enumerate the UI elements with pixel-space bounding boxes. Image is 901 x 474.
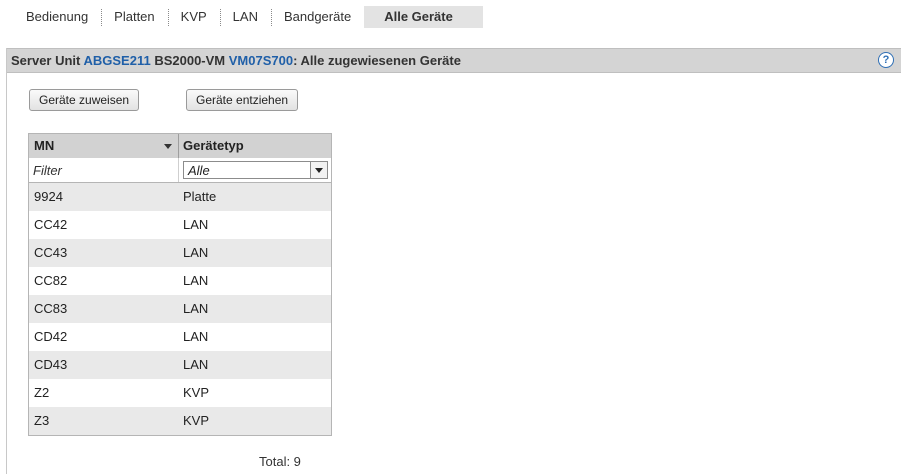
table-row[interactable]: CD43 LAN	[29, 351, 331, 379]
column-header-mn-label: MN	[34, 138, 55, 153]
chevron-down-icon[interactable]	[310, 162, 327, 178]
cell-mn: CC43	[34, 245, 68, 260]
total-count: Total: 9	[259, 454, 301, 469]
cell-mn: Z3	[34, 413, 50, 428]
cell-mn: CD42	[34, 329, 68, 344]
cell-mn: CC42	[34, 217, 68, 232]
cell-mn: Z2	[34, 385, 50, 400]
cell-type: LAN	[183, 273, 209, 288]
help-icon[interactable]: ?	[878, 52, 894, 68]
cell-type: Platte	[183, 189, 217, 204]
table-header: MN Gerätetyp	[29, 134, 331, 158]
cell-mn: CD43	[34, 357, 68, 372]
device-type-filter-select[interactable]: Alle	[183, 161, 328, 179]
sort-desc-icon[interactable]	[164, 144, 172, 149]
title-suffix: : Alle zugewiesenen Geräte	[293, 53, 461, 68]
cell-type: KVP	[183, 385, 210, 400]
column-header-mn[interactable]: MN	[29, 134, 179, 158]
title-middle: BS2000-VM	[150, 53, 229, 68]
table-row[interactable]: CC83 LAN	[29, 295, 331, 323]
devices-table: MN Gerätetyp Alle 9924 Platte CC42 LAN CC4…	[28, 133, 332, 436]
vm-link[interactable]: VM07S700	[229, 53, 293, 68]
tab-bar: Bedienung Platten KVP LAN Bandgeräte All…	[14, 6, 483, 28]
tab-platten[interactable]: Platten	[101, 6, 167, 28]
table-row[interactable]: 9924 Platte	[29, 183, 331, 211]
table-row[interactable]: CC43 LAN	[29, 239, 331, 267]
cell-mn: CC83	[34, 301, 68, 316]
tab-kvp[interactable]: KVP	[167, 6, 220, 28]
mn-filter-input[interactable]	[33, 162, 174, 178]
table-row[interactable]: CD42 LAN	[29, 323, 331, 351]
cell-type: LAN	[183, 245, 209, 260]
table-row[interactable]: Z2 KVP	[29, 379, 331, 407]
cell-type: LAN	[183, 329, 209, 344]
remove-devices-button[interactable]: Geräte entziehen	[186, 89, 299, 111]
tab-bandgeraete[interactable]: Bandgeräte	[270, 6, 364, 28]
panel-title: Server Unit ABGSE211 BS2000-VM VM07S700:…	[7, 48, 901, 73]
cell-type: LAN	[183, 217, 209, 232]
tab-alle-geraete[interactable]: Alle Geräte	[364, 6, 483, 28]
cell-type: LAN	[183, 357, 209, 372]
cell-mn: 9924	[34, 189, 63, 204]
table-row[interactable]: Z3 KVP	[29, 407, 331, 435]
filter-row: Alle	[29, 158, 331, 183]
device-type-filter-value: Alle	[188, 162, 210, 178]
cell-type: KVP	[183, 413, 210, 428]
table-body: 9924 Platte CC42 LAN CC43 LAN CC82 LAN CC83 L…	[29, 183, 331, 435]
table-row[interactable]: CC42 LAN	[29, 211, 331, 239]
server-unit-link[interactable]: ABGSE211	[84, 53, 151, 68]
cell-mn: CC82	[34, 273, 68, 288]
cell-type: LAN	[183, 301, 209, 316]
tab-bedienung[interactable]: Bedienung	[14, 6, 101, 28]
table-row[interactable]: CC82 LAN	[29, 267, 331, 295]
assign-devices-button[interactable]: Geräte zuweisen	[29, 89, 140, 111]
title-prefix: Server Unit	[11, 53, 84, 68]
column-header-geraetetyp[interactable]: Gerätetyp	[179, 134, 331, 158]
tab-lan[interactable]: LAN	[219, 6, 271, 28]
